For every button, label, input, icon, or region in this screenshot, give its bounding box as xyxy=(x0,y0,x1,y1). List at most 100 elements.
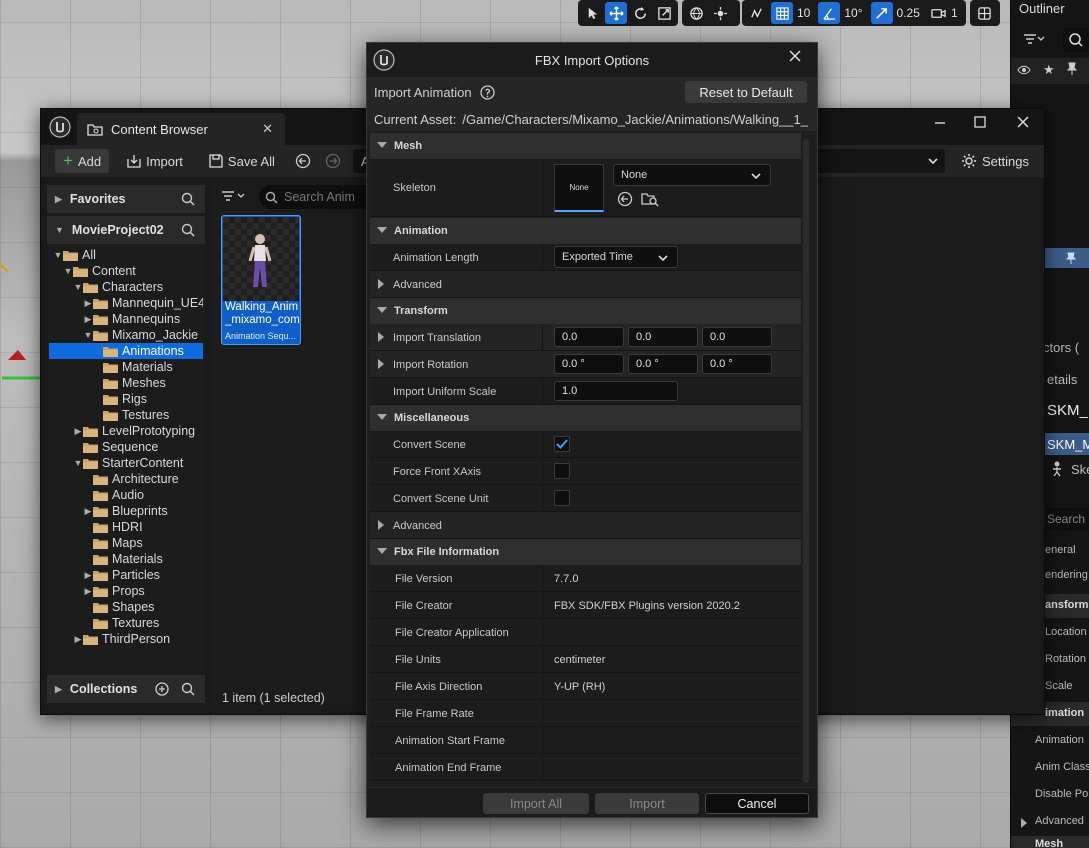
folder-tree-item[interactable]: Sequence xyxy=(49,439,203,455)
details-tab[interactable]: etails xyxy=(1047,372,1089,387)
select-tool-icon[interactable] xyxy=(581,2,603,24)
collapsed-arrow-icon[interactable]: ▶ xyxy=(73,634,83,645)
category-miscellaneous[interactable]: Miscellaneous xyxy=(370,405,801,431)
folder-tree-item[interactable]: HDRI xyxy=(49,519,203,535)
translation-y-input[interactable]: 0.0 xyxy=(628,327,698,347)
dialog-titlebar[interactable]: FBX Import Options xyxy=(367,43,817,77)
folder-tree-item[interactable]: ▼ Content xyxy=(49,263,203,279)
force-front-checkbox[interactable] xyxy=(554,463,570,479)
maximize-icon[interactable] xyxy=(973,115,987,129)
world-space-icon[interactable] xyxy=(685,2,707,24)
folder-tree-item[interactable]: ▶ Mannequin_UE4 xyxy=(49,295,203,311)
translation-z-input[interactable]: 0.0 xyxy=(702,327,772,347)
cancel-button[interactable]: Cancel xyxy=(705,793,809,814)
folder-tree-item[interactable]: ▼ Characters xyxy=(49,279,203,295)
settings-button[interactable]: Settings xyxy=(953,149,1037,173)
viewport-layout-icon[interactable] xyxy=(973,2,995,24)
asset-search-input[interactable]: Search Anim xyxy=(259,185,371,209)
visibility-eye-icon[interactable] xyxy=(1017,64,1031,76)
animation-advanced-row[interactable]: Advanced xyxy=(370,271,801,298)
folder-tree-item[interactable]: Audio xyxy=(49,487,203,503)
favorites-header[interactable]: ▶ Favorites xyxy=(47,185,205,213)
folder-tree-item[interactable]: ▶ Props xyxy=(49,583,203,599)
details-animation-header[interactable]: imation xyxy=(1045,707,1089,719)
collapsed-arrow-icon[interactable]: ▶ xyxy=(73,426,83,437)
collections-header[interactable]: ▶ Collections xyxy=(47,675,205,703)
reset-to-default-button[interactable]: Reset to Default xyxy=(685,81,807,103)
asset-tile-walking-anim[interactable]: Walking_Anim _mixamo_com Animation Sequ.… xyxy=(221,215,301,345)
dialog-close-icon[interactable] xyxy=(788,49,802,63)
grid-snap-value[interactable]: 10 xyxy=(797,6,810,20)
minimize-icon[interactable] xyxy=(933,115,947,129)
animation-length-combo[interactable]: Exported Time xyxy=(554,246,678,268)
history-back-icon[interactable] xyxy=(293,149,313,173)
import-button[interactable]: Import xyxy=(119,149,191,173)
collapsed-arrow-icon[interactable]: ▶ xyxy=(83,506,93,517)
project-header[interactable]: ▼ MovieProject02 xyxy=(47,216,205,244)
folder-tree-item[interactable]: ▶ Particles xyxy=(49,567,203,583)
outliner-search-icon[interactable] xyxy=(1063,28,1089,52)
category-transform[interactable]: Transform xyxy=(370,298,801,324)
collapsed-arrow-icon[interactable]: ▶ xyxy=(83,586,93,597)
folder-tree-item[interactable]: ▶ Mannequins xyxy=(49,311,203,327)
details-mesh-header[interactable]: Mesh xyxy=(1035,838,1089,848)
save-all-button[interactable]: Save All xyxy=(201,149,283,173)
close-window-icon[interactable] xyxy=(1015,114,1031,130)
outliner-filter-icon[interactable] xyxy=(1023,31,1045,47)
skeleton-combo[interactable]: None xyxy=(613,164,771,186)
import-all-button[interactable]: Import All xyxy=(483,793,589,814)
convert-unit-checkbox[interactable] xyxy=(554,490,570,506)
folder-tree-item[interactable]: Materials xyxy=(49,359,203,375)
folder-tree-item[interactable]: Textures xyxy=(49,615,203,631)
details-transform-header[interactable]: ansform xyxy=(1045,599,1089,611)
scale-snap-value[interactable]: 0.25 xyxy=(897,6,920,20)
translation-x-input[interactable]: 0.0 xyxy=(554,327,624,347)
expanded-arrow-icon[interactable]: ▼ xyxy=(53,250,63,260)
scale-snap-icon[interactable] xyxy=(870,2,893,24)
folder-tree-item[interactable]: Animations xyxy=(49,343,203,359)
add-button[interactable]: + Add xyxy=(55,149,110,173)
collapsed-arrow-icon[interactable]: ▶ xyxy=(83,298,93,309)
details-component-mesh[interactable]: SKM_M xyxy=(1047,437,1089,452)
folder-tree-item[interactable]: Materials xyxy=(49,551,203,567)
uniform-scale-input[interactable]: 1.0 xyxy=(554,381,678,401)
folder-tree-item[interactable]: Shapes xyxy=(49,599,203,615)
surface-snap-icon[interactable] xyxy=(709,2,731,24)
browse-asset-icon[interactable] xyxy=(641,191,659,207)
folder-tree-item[interactable]: ▼ Mixamo_Jackie xyxy=(49,327,203,343)
folder-tree-item[interactable]: ▶ Blueprints xyxy=(49,503,203,519)
details-search-field[interactable]: Search xyxy=(1047,512,1089,526)
angle-snap-value[interactable]: 10° xyxy=(844,6,862,20)
expanded-arrow-icon[interactable]: ▼ xyxy=(83,330,93,340)
convert-scene-checkbox[interactable] xyxy=(554,436,570,452)
details-filter-general[interactable]: eneral xyxy=(1045,544,1089,556)
folder-tree-item[interactable]: Meshes xyxy=(49,375,203,391)
grid-snap-icon[interactable] xyxy=(771,2,793,24)
favorite-star-icon[interactable]: ★ xyxy=(1043,62,1055,78)
folder-tree-item[interactable]: Architecture xyxy=(49,471,203,487)
history-forward-icon[interactable] xyxy=(323,149,343,173)
folder-tree-item[interactable]: ▼ All xyxy=(49,247,203,263)
angle-snap-icon[interactable] xyxy=(818,2,841,24)
rotation-x-input[interactable]: 0.0 ° xyxy=(554,354,624,374)
rotation-y-input[interactable]: 0.0 ° xyxy=(628,354,698,374)
close-tab-icon[interactable]: ✕ xyxy=(262,121,273,137)
options-scrollbar[interactable] xyxy=(803,139,809,783)
category-animation[interactable]: Animation xyxy=(370,218,801,244)
collapsed-arrow-icon[interactable]: ▶ xyxy=(83,570,93,581)
folder-tree-item[interactable]: Testures xyxy=(49,407,203,423)
use-selected-asset-icon[interactable] xyxy=(617,191,633,207)
scale-tool-icon[interactable] xyxy=(653,2,675,24)
expanded-arrow-icon[interactable]: ▼ xyxy=(73,282,83,292)
details-component-skeleton[interactable]: Ske xyxy=(1071,462,1089,477)
filter-icon[interactable] xyxy=(221,189,249,205)
help-icon[interactable] xyxy=(479,84,495,100)
details-filter-rendering[interactable]: endering xyxy=(1045,569,1089,581)
expanded-arrow-icon[interactable]: ▼ xyxy=(73,458,83,468)
rotation-z-input[interactable]: 0.0 ° xyxy=(702,354,772,374)
folder-tree-item[interactable]: Rigs xyxy=(49,391,203,407)
content-browser-tab[interactable]: Content Browser ✕ xyxy=(77,113,285,145)
translate-tool-icon[interactable] xyxy=(605,2,627,24)
camera-speed-value[interactable]: 1 xyxy=(951,6,958,20)
pin-icon[interactable] xyxy=(1067,62,1077,76)
